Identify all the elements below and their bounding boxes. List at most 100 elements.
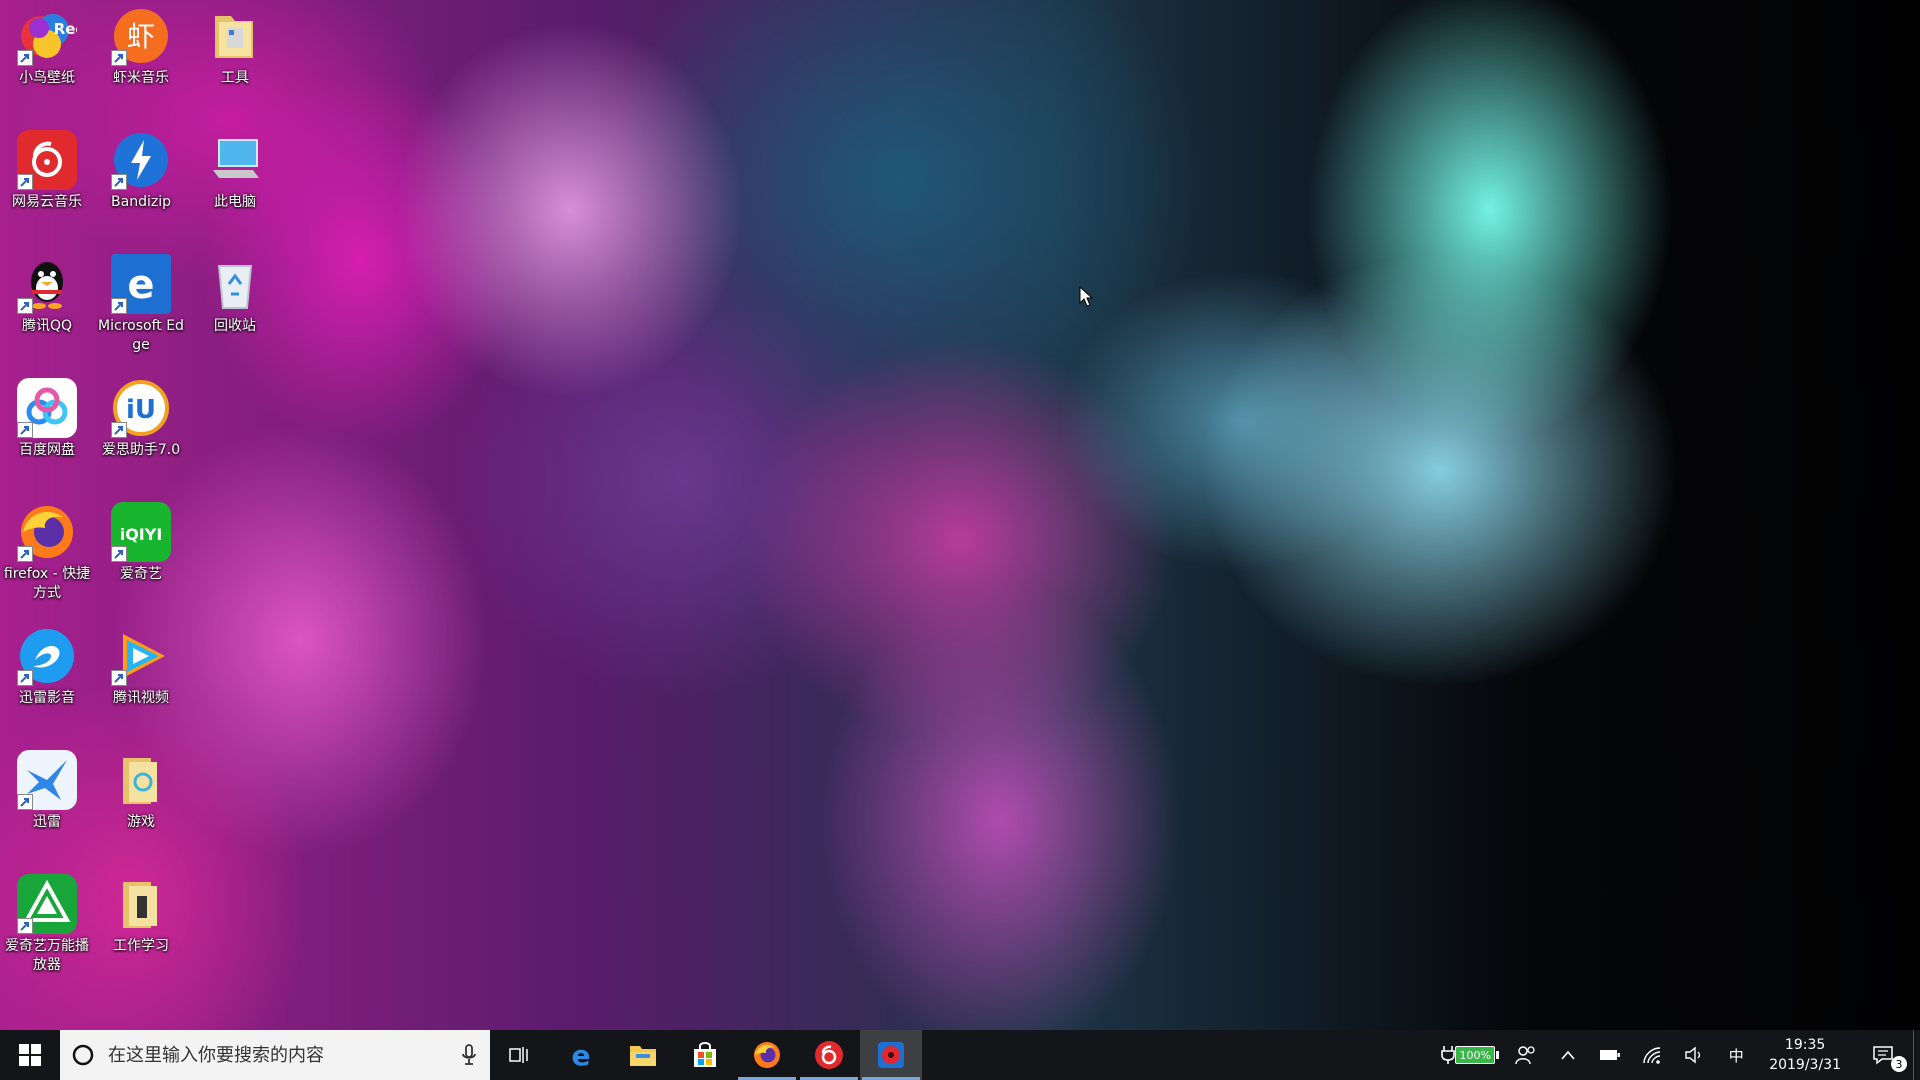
- desktop-icon-label: 网易云音乐: [12, 194, 82, 210]
- desktop-icon-label: firefox - 快捷方式: [3, 566, 91, 601]
- taskbar-store[interactable]: [674, 1030, 736, 1080]
- shortcut-arrow-icon: [17, 794, 33, 810]
- xunlei-player-icon: [17, 626, 77, 686]
- desktop-icon-iqiyi[interactable]: iQIYI 爱奇艺: [94, 502, 188, 584]
- input-method-indicator[interactable]: 中: [1715, 1030, 1757, 1080]
- store-icon: [694, 1042, 716, 1067]
- baidu-netdisk-icon: [17, 378, 77, 438]
- volume-button[interactable]: [1673, 1030, 1715, 1080]
- folder-icon: [205, 6, 265, 66]
- desktop-icon-work-folder[interactable]: 工作学习: [94, 874, 188, 956]
- desktop-icon-edge[interactable]: e Microsoft Edge: [94, 254, 188, 355]
- recycle-bin-icon: [205, 254, 265, 314]
- desktop-icon-label: 工作学习: [113, 938, 169, 954]
- iqiyi-player-icon: [17, 874, 77, 934]
- desktop-icon-i4-assistant[interactable]: iU 爱思助手7.0: [94, 378, 188, 460]
- notification-count-badge: 3: [1891, 1056, 1907, 1072]
- i4-glyph: iU: [126, 395, 156, 425]
- desktop-icon-label: 游戏: [127, 814, 155, 830]
- shortcut-arrow-icon: [111, 50, 127, 66]
- taskbar-firefox[interactable]: [736, 1030, 798, 1080]
- microphone-icon[interactable]: [460, 1043, 478, 1067]
- rec-label: Rec: [54, 20, 77, 38]
- svg-text:e: e: [127, 262, 154, 308]
- desktop-icon-bandizip[interactable]: Bandizip: [94, 130, 188, 212]
- mouse-cursor-icon: [1079, 286, 1093, 307]
- netease-music-icon: [815, 1041, 843, 1069]
- shortcut-arrow-icon: [17, 670, 33, 686]
- desktop-icon-label: Microsoft Edge: [98, 318, 184, 353]
- desktop-icon-baidu-netdisk[interactable]: 百度网盘: [0, 378, 94, 460]
- show-hidden-icons-button[interactable]: [1547, 1030, 1589, 1080]
- desktop-icon-xiami-music[interactable]: 虾 虾米音乐: [94, 6, 188, 88]
- bird-wallpaper-icon: Rec: [17, 6, 77, 66]
- desktop-icon-label: Bandizip: [111, 194, 171, 210]
- clock-time: 19:35: [1784, 1037, 1826, 1053]
- taskbar-bird-wallpaper[interactable]: [860, 1030, 922, 1080]
- svg-text:e: e: [572, 1040, 591, 1070]
- shortcut-arrow-icon: [17, 422, 33, 438]
- taskbar: e: [0, 1030, 1920, 1080]
- qq-penguin-icon: [17, 254, 77, 314]
- taskbar-edge[interactable]: e: [550, 1030, 612, 1080]
- iqiyi-icon: iQIYI: [111, 502, 171, 562]
- search-input[interactable]: [106, 1043, 460, 1067]
- desktop-icon-label: 腾讯视频: [113, 690, 169, 706]
- desktop-icon-label: 爱思助手7.0: [101, 442, 181, 458]
- taskbar-search-box[interactable]: [60, 1030, 490, 1080]
- desktop-icon-netease-music[interactable]: 网易云音乐: [0, 130, 94, 212]
- show-desktop-button[interactable]: [1913, 1030, 1920, 1080]
- desktop-icon-this-pc[interactable]: 此电脑: [188, 130, 282, 212]
- desktop-icon-games-folder[interactable]: 游戏: [94, 750, 188, 832]
- tencent-video-icon: [111, 626, 171, 686]
- action-center-button[interactable]: 3: [1853, 1030, 1913, 1080]
- xiami-music-icon: 虾: [111, 6, 171, 66]
- desktop-icon-label: 腾讯QQ: [21, 318, 73, 334]
- desktop-icon-xunlei[interactable]: 迅雷: [0, 750, 94, 832]
- shortcut-arrow-icon: [17, 298, 33, 314]
- games-folder-icon: [111, 750, 171, 810]
- battery-indicator[interactable]: 100%: [1435, 1030, 1505, 1080]
- desktop-icon-label: 小鸟壁纸: [19, 70, 75, 86]
- bird-wallpaper-icon: [878, 1042, 904, 1068]
- shortcut-arrow-icon: [17, 174, 33, 190]
- wifi-icon: [1643, 1047, 1661, 1064]
- people-button[interactable]: [1505, 1030, 1547, 1080]
- system-tray: 100% 中 19:35 2019/3/31 3: [1435, 1030, 1920, 1080]
- wifi-button[interactable]: [1631, 1030, 1673, 1080]
- shortcut-arrow-icon: [111, 670, 127, 686]
- shortcut-arrow-icon: [111, 422, 127, 438]
- battery-tray-button[interactable]: [1589, 1030, 1631, 1080]
- shortcut-arrow-icon: [111, 546, 127, 562]
- task-view-button[interactable]: [490, 1030, 550, 1080]
- desktop-icon-label: 爱奇艺万能播放器: [5, 938, 89, 973]
- desktop-icon-label: 此电脑: [214, 194, 256, 210]
- taskbar-netease-music[interactable]: [798, 1030, 860, 1080]
- taskbar-file-explorer[interactable]: [612, 1030, 674, 1080]
- xunlei-icon: [17, 750, 77, 810]
- chevron-up-icon: [1561, 1050, 1575, 1060]
- desktop-icon-label: 迅雷影音: [19, 690, 75, 706]
- task-view-icon: [509, 1047, 528, 1063]
- people-icon: [1515, 1046, 1535, 1065]
- desktop-icon-firefox[interactable]: firefox - 快捷方式: [0, 502, 94, 603]
- desktop-icon-recycle-bin[interactable]: 回收站: [188, 254, 282, 336]
- clock[interactable]: 19:35 2019/3/31: [1757, 1030, 1853, 1080]
- power-plug-icon: [1441, 1046, 1456, 1064]
- start-button[interactable]: [0, 1030, 60, 1080]
- desktop-icon-tencent-video[interactable]: 腾讯视频: [94, 626, 188, 708]
- xiami-glyph: 虾: [127, 20, 155, 53]
- desktop-icon-qq[interactable]: 腾讯QQ: [0, 254, 94, 336]
- desktop-icon-label: 爱奇艺: [120, 566, 162, 582]
- desktop-icon-label: 工具: [221, 70, 249, 86]
- work-folder-icon: [111, 874, 171, 934]
- folder-icon: [630, 1046, 656, 1066]
- desktop-icon-bird-wallpaper[interactable]: Rec 小鸟壁纸: [0, 6, 94, 88]
- desktop-icon-xunlei-player[interactable]: 迅雷影音: [0, 626, 94, 708]
- windows-logo-icon: [19, 1044, 41, 1066]
- desktop-wallpaper: [0, 0, 1920, 1030]
- shortcut-arrow-icon: [111, 174, 127, 190]
- desktop-icon-iqiyi-player[interactable]: 爱奇艺万能播放器: [0, 874, 94, 975]
- battery-level: 100%: [1455, 1046, 1496, 1064]
- desktop-icon-tools-folder[interactable]: 工具: [188, 6, 282, 88]
